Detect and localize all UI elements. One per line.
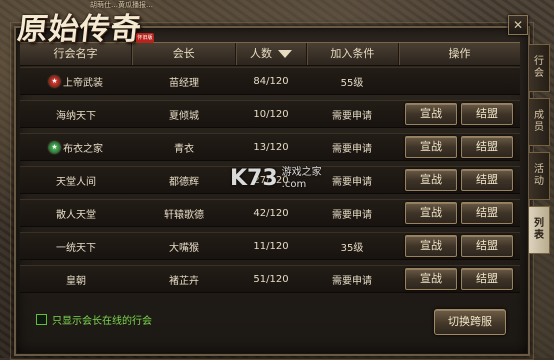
guild-actions: 宣战 结盟 [398,268,520,290]
col-header-leader: 会长 [132,43,237,65]
watermark-line2: .com [281,178,307,190]
guild-actions: 宣战 结盟 [398,235,520,257]
guild-leader: 苗经理 [169,77,199,89]
guild-name-cell: ★ 上帝武装 [20,74,132,89]
guild-join-condition: 需要申请 [332,275,372,287]
side-tab-1[interactable]: 成 员 [529,98,550,146]
guild-leader: 夏倾城 [169,110,199,122]
guild-red-badge-icon: ★ [49,75,60,87]
guild-name: 一统天下 [56,242,96,254]
side-tabs: 行 会成 员活 动列 表 [529,44,551,260]
guild-name: 布衣之家 [63,143,103,155]
guild-name: 皇朝 [66,275,86,287]
guild-name-cell: 天堂人间 [20,173,132,188]
declare-war-button[interactable]: 宣战 [405,169,457,191]
guild-member-count: 11/120 [253,240,289,252]
side-tab-0[interactable]: 行 会 [529,44,550,92]
guild-name-cell: 皇朝 [20,272,132,287]
guild-member-count: 10/120 [253,108,289,120]
guild-actions: 宣战 结盟 [398,202,520,224]
online-leader-filter[interactable]: 只显示会长在线的行会 [36,312,152,327]
col-header-count-label: 人数 [250,47,272,60]
col-header-ops: 操作 [448,47,471,60]
guild-member-count: 42/120 [253,207,289,219]
alliance-button[interactable]: 结盟 [461,235,513,257]
guild-join-condition: 35级 [340,242,364,254]
watermark-line1: 游戏之家 [281,166,322,178]
guild-name-cell: ★ 布衣之家 [20,140,132,155]
switch-server-button[interactable]: 切换跨服 [434,309,506,335]
alliance-button[interactable]: 结盟 [461,103,513,125]
filter-label: 只显示会长在线的行会 [52,316,152,327]
guild-green-badge-icon: ★ [49,141,60,153]
game-logo: 原始传奇 [15,12,144,47]
declare-war-button[interactable]: 宣战 [405,136,457,158]
watermark-logo: K73 [230,166,278,191]
guild-leader: 大嘴猴 [169,242,199,254]
guild-actions: 宣战 结盟 [398,169,520,191]
filter-checkbox[interactable] [36,314,47,325]
alliance-button[interactable]: 结盟 [461,202,513,224]
guild-join-condition: 需要申请 [332,209,372,221]
alliance-button[interactable]: 结盟 [461,268,513,290]
alliance-button[interactable]: 结盟 [461,136,513,158]
guild-member-count: 84/120 [253,75,289,87]
col-header-count[interactable]: 人数 [236,43,307,65]
guild-name: 上帝武装 [63,77,103,89]
col-header-condition: 加入条件 [307,43,399,65]
table-row[interactable]: ★ 布衣之家 青衣 13/120 需要申请 宣战 结盟 [20,133,520,161]
guild-name: 散人天堂 [56,209,96,221]
guild-name-cell: 散人天堂 [20,206,132,221]
side-tab-2[interactable]: 活 动 [529,152,550,200]
side-tab-label: 列 表 [534,218,544,241]
guild-name: 天堂人间 [56,176,96,188]
guild-actions: 宣战 结盟 [398,136,520,158]
guild-name-cell: 一统天下 [20,239,132,254]
sort-down-icon[interactable] [278,50,292,58]
guild-leader: 青衣 [174,143,194,155]
alliance-button[interactable]: 结盟 [461,169,513,191]
table-row[interactable]: 皇朝 褚芷卉 51/120 需要申请 宣战 结盟 [20,265,520,293]
close-button[interactable]: ✕ [508,15,528,35]
guild-name: 海纳天下 [56,110,96,122]
guild-name-cell: 海纳天下 [20,107,132,122]
guild-member-count: 13/120 [253,141,289,153]
guild-leader: 褚芷卉 [169,275,199,287]
table-row[interactable]: ★ 上帝武装 苗经理 84/120 55级 [20,67,520,95]
declare-war-button[interactable]: 宣战 [405,202,457,224]
guild-member-count: 51/120 [253,273,289,285]
side-tab-label: 行 会 [534,56,544,79]
table-row[interactable]: 散人天堂 轩辕歌德 42/120 需要申请 宣战 结盟 [20,199,520,227]
guild-leader: 轩辕歌德 [164,209,204,221]
side-tab-label: 成 员 [534,110,544,133]
guild-join-condition: 需要申请 [332,110,372,122]
guild-join-condition: 55级 [340,77,364,89]
guild-leader: 都德辉 [169,176,199,188]
logo-stamp: 怀旧版 [136,33,154,43]
declare-war-button[interactable]: 宣战 [405,103,457,125]
guild-actions: 宣战 结盟 [398,103,520,125]
table-row[interactable]: 一统天下 大嘴猴 11/120 35级 宣战 结盟 [20,232,520,260]
declare-war-button[interactable]: 宣战 [405,268,457,290]
guild-join-condition: 需要申请 [332,143,372,155]
watermark: K73 游戏之家 .com [230,166,322,191]
side-tab-label: 活 动 [534,164,544,187]
table-row[interactable]: 海纳天下 夏倾城 10/120 需要申请 宣战 结盟 [20,100,520,128]
side-tab-3[interactable]: 列 表 [529,206,550,254]
declare-war-button[interactable]: 宣战 [405,235,457,257]
